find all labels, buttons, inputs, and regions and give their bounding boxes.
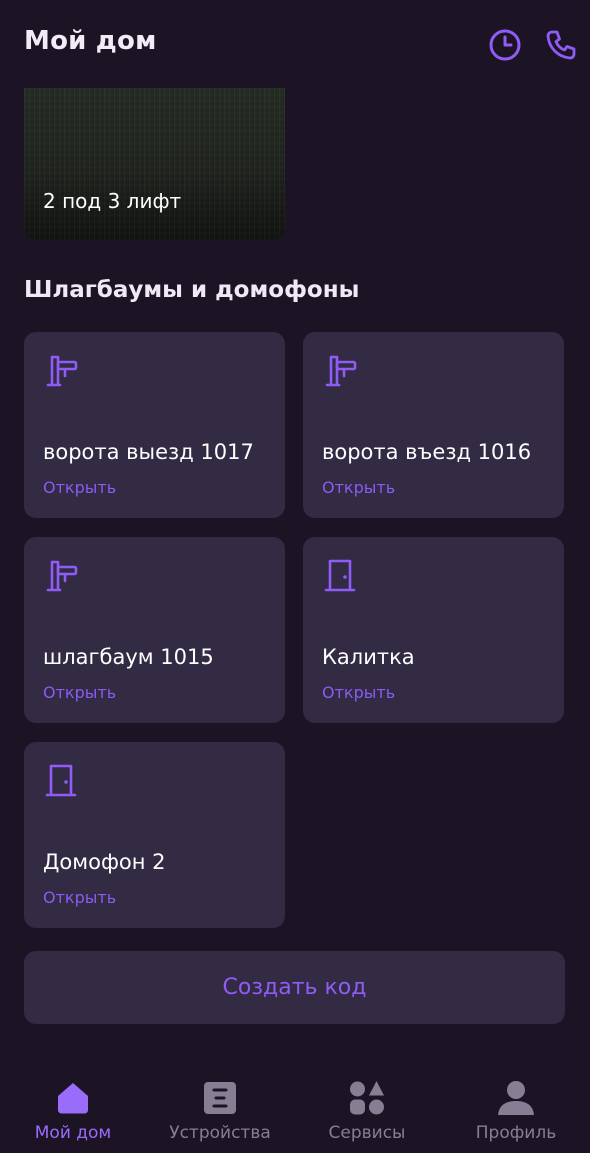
phone-icon[interactable]	[544, 28, 578, 62]
open-button[interactable]: Открыть	[43, 683, 116, 702]
profile-icon	[498, 1081, 534, 1115]
clock-icon[interactable]	[488, 28, 522, 62]
devices-icon	[204, 1082, 236, 1114]
tab-services[interactable]: Сервисы	[302, 1062, 432, 1153]
device-name: Калитка	[322, 645, 415, 669]
tab-label: Профиль	[475, 1123, 557, 1143]
bottom-tab-bar: Мой дом Устройства Сервисы Профиль	[0, 1062, 590, 1153]
device-card-domofon[interactable]: Домофон 2 Открыть	[24, 742, 285, 928]
open-button[interactable]: Открыть	[322, 683, 395, 702]
header: Мой дом	[0, 0, 590, 88]
tab-label: Сервисы	[328, 1123, 406, 1143]
tab-profile[interactable]: Профиль	[451, 1062, 581, 1153]
camera-preview[interactable]: 2 под 3 лифт	[24, 88, 285, 240]
open-button[interactable]: Открыть	[322, 478, 395, 497]
device-name: шлагбаум 1015	[43, 645, 214, 669]
home-icon	[58, 1083, 88, 1114]
barrier-icon	[325, 355, 357, 387]
device-card-shlagbaum[interactable]: шлагбаум 1015 Открыть	[24, 537, 285, 723]
services-icon	[350, 1081, 384, 1115]
tab-label: Мой дом	[34, 1123, 112, 1143]
device-card-vorota-vyezd[interactable]: ворота выезд 1017 Открыть	[24, 332, 285, 518]
tab-devices[interactable]: Устройства	[155, 1062, 285, 1153]
door-icon	[324, 559, 356, 592]
tab-my-home[interactable]: Мой дом	[8, 1062, 138, 1153]
barrier-icon	[46, 560, 78, 592]
door-icon	[45, 764, 77, 797]
device-name: ворота выезд 1017	[43, 440, 254, 464]
device-card-vorota-vezd[interactable]: ворота въезд 1016 Открыть	[303, 332, 564, 518]
tab-label: Устройства	[169, 1123, 271, 1143]
create-code-button[interactable]: Создать код	[24, 951, 565, 1024]
barrier-icon	[46, 355, 78, 387]
device-name: Домофон 2	[43, 850, 166, 874]
open-button[interactable]: Открыть	[43, 478, 116, 497]
open-button[interactable]: Открыть	[43, 888, 116, 907]
device-card-kalitka[interactable]: Калитка Открыть	[303, 537, 564, 723]
camera-label: 2 под 3 лифт	[43, 189, 182, 213]
device-name: ворота въезд 1016	[322, 440, 532, 464]
section-title: Шлагбаумы и домофоны	[24, 277, 360, 303]
page-title: Мой дом	[24, 26, 157, 56]
